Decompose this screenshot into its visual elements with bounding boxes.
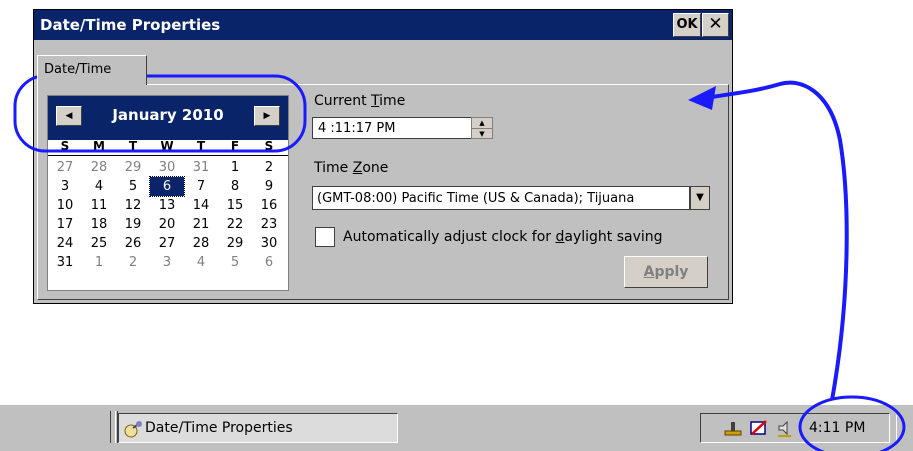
calendar-day[interactable]: 16	[252, 196, 286, 215]
current-time-value: 4 :11:17 PM	[318, 121, 396, 136]
calendar-day[interactable]: 1	[218, 158, 252, 177]
right-arrow-icon: ▶	[263, 111, 271, 121]
calendar-day[interactable]: 28	[82, 158, 116, 177]
calendar-day[interactable]: 2	[252, 158, 286, 177]
time-zone-label-accel: Z	[352, 160, 363, 176]
daylight-label-rest: aylight saving	[564, 229, 663, 245]
calendar-day-grid: 27 28 29 30 31 1 2 3 4 5 6 7 8 9 10 11 12 13 14 15 16 17 18 19 2…	[48, 158, 288, 272]
calendar-day[interactable]: 31	[48, 253, 82, 272]
calendar-day[interactable]: 4	[82, 177, 116, 196]
calendar-day[interactable]: 11	[82, 196, 116, 215]
calendar-day[interactable]: 3	[48, 177, 82, 196]
next-month-button[interactable]: ▶	[254, 106, 280, 126]
calendar-day[interactable]: 7	[184, 177, 218, 196]
calendar-day[interactable]: 1	[82, 253, 116, 272]
time-zone-label-rest: one	[362, 160, 389, 176]
weekday-header: W	[160, 139, 174, 153]
calendar-day[interactable]: 27	[48, 158, 82, 177]
time-zone-select[interactable]: (GMT-08:00) Pacific Time (US & Canada); …	[312, 186, 690, 210]
calendar-day[interactable]: 13	[150, 196, 184, 215]
apply-button[interactable]: Apply	[624, 256, 708, 288]
ok-button[interactable]: OK	[673, 13, 701, 37]
calendar-day[interactable]: 31	[184, 158, 218, 177]
tab-label: Date/Time	[44, 62, 112, 77]
window-title: Date/Time Properties	[40, 16, 221, 34]
left-arrow-icon: ◀	[65, 111, 73, 121]
system-tray: 4:11 PM	[700, 413, 890, 443]
calendar-day[interactable]: 9	[252, 177, 286, 196]
title-bar[interactable]: Date/Time Properties OK ✕	[34, 10, 732, 40]
calendar-day[interactable]: 24	[48, 234, 82, 253]
calendar-day[interactable]: 12	[116, 196, 150, 215]
apply-label-accel: A	[643, 264, 655, 280]
calendar-day[interactable]: 5	[116, 177, 150, 196]
time-spinner[interactable]: ▲ ▼	[471, 117, 493, 139]
calendar-weekday-row: SMTWTFS	[48, 140, 288, 156]
calendar-day[interactable]: 18	[82, 215, 116, 234]
calendar-header: ◀ January 2010 ▶	[48, 96, 288, 142]
calendar-day[interactable]: 30	[252, 234, 286, 253]
daylight-saving-label[interactable]: Automatically adjust clock for daylight …	[343, 229, 663, 245]
current-time-input[interactable]: 4 :11:17 PM	[312, 117, 472, 139]
taskbar-button-date-time[interactable]: Date/Time Properties	[118, 413, 398, 443]
previous-month-button[interactable]: ◀	[56, 106, 82, 126]
taskbar: Date/Time Properties 4:11 PM	[0, 404, 913, 451]
current-time-label-part: Current	[314, 93, 372, 109]
calendar-day[interactable]: 28	[184, 234, 218, 253]
network-icon[interactable]	[723, 418, 743, 438]
taskbar-clock[interactable]: 4:11 PM	[809, 420, 865, 436]
time-zone-value: (GMT-08:00) Pacific Time (US & Canada); …	[317, 191, 635, 206]
current-time-label: Current Time	[314, 93, 405, 109]
weekday-header: S	[60, 139, 70, 153]
calendar-day[interactable]: 20	[150, 215, 184, 234]
weekday-header: M	[93, 139, 105, 153]
start-button-area[interactable]	[8, 411, 111, 443]
weekday-header: F	[230, 139, 240, 153]
calendar-day[interactable]: 30	[150, 158, 184, 177]
daylight-saving-checkbox[interactable]	[315, 227, 335, 247]
calendar-day[interactable]: 29	[116, 158, 150, 177]
current-time-label-accel: T	[371, 93, 380, 109]
calendar-day[interactable]: 6	[252, 253, 286, 272]
calendar-day[interactable]: 15	[218, 196, 252, 215]
close-button[interactable]: ✕	[702, 13, 729, 37]
apply-label-rest: pply	[654, 264, 689, 280]
calendar-day[interactable]: 25	[82, 234, 116, 253]
calendar-day[interactable]: 5	[218, 253, 252, 272]
spin-up-icon[interactable]: ▲	[472, 118, 492, 128]
battery-plug-icon[interactable]	[749, 418, 769, 438]
weekday-header: T	[128, 139, 138, 153]
calendar-day[interactable]: 27	[150, 234, 184, 253]
desktop-button[interactable]	[896, 415, 913, 443]
speaker-icon[interactable]	[775, 418, 795, 438]
taskbar-button-label: Date/Time Properties	[145, 420, 293, 436]
time-zone-label-part: Time	[314, 160, 353, 176]
daylight-label-part: Automatically adjust clock for	[343, 229, 556, 245]
calendar-day[interactable]: 22	[218, 215, 252, 234]
calendar-day-selected[interactable]: 6	[149, 176, 185, 197]
calendar-day[interactable]: 14	[184, 196, 218, 215]
calendar-day[interactable]: 8	[218, 177, 252, 196]
tab-date-time[interactable]: Date/Time	[37, 55, 147, 85]
weekday-header: S	[264, 139, 274, 153]
calendar-day[interactable]: 3	[150, 253, 184, 272]
calendar-day[interactable]: 2	[116, 253, 150, 272]
month-calendar: ◀ January 2010 ▶ SMTWTFS 27 28 29 30 31 1 2 3 4 5…	[47, 95, 289, 291]
current-time-label-rest: ime	[379, 93, 406, 109]
time-zone-dropdown-button[interactable]: ▼	[690, 186, 710, 210]
calendar-day[interactable]: 29	[218, 234, 252, 253]
weekday-header: T	[196, 139, 206, 153]
calendar-day[interactable]: 4	[184, 253, 218, 272]
calendar-day[interactable]: 19	[116, 215, 150, 234]
calendar-day[interactable]: 10	[48, 196, 82, 215]
calendar-month-year[interactable]: January 2010	[88, 106, 248, 124]
spin-down-icon[interactable]: ▼	[472, 128, 492, 139]
calendar-day[interactable]: 17	[48, 215, 82, 234]
calendar-day[interactable]: 23	[252, 215, 286, 234]
time-zone-label: Time Zone	[314, 160, 388, 176]
calendar-day[interactable]: 21	[184, 215, 218, 234]
calendar-day[interactable]: 26	[116, 234, 150, 253]
date-time-app-icon	[124, 421, 142, 438]
chevron-down-icon: ▼	[696, 192, 704, 203]
